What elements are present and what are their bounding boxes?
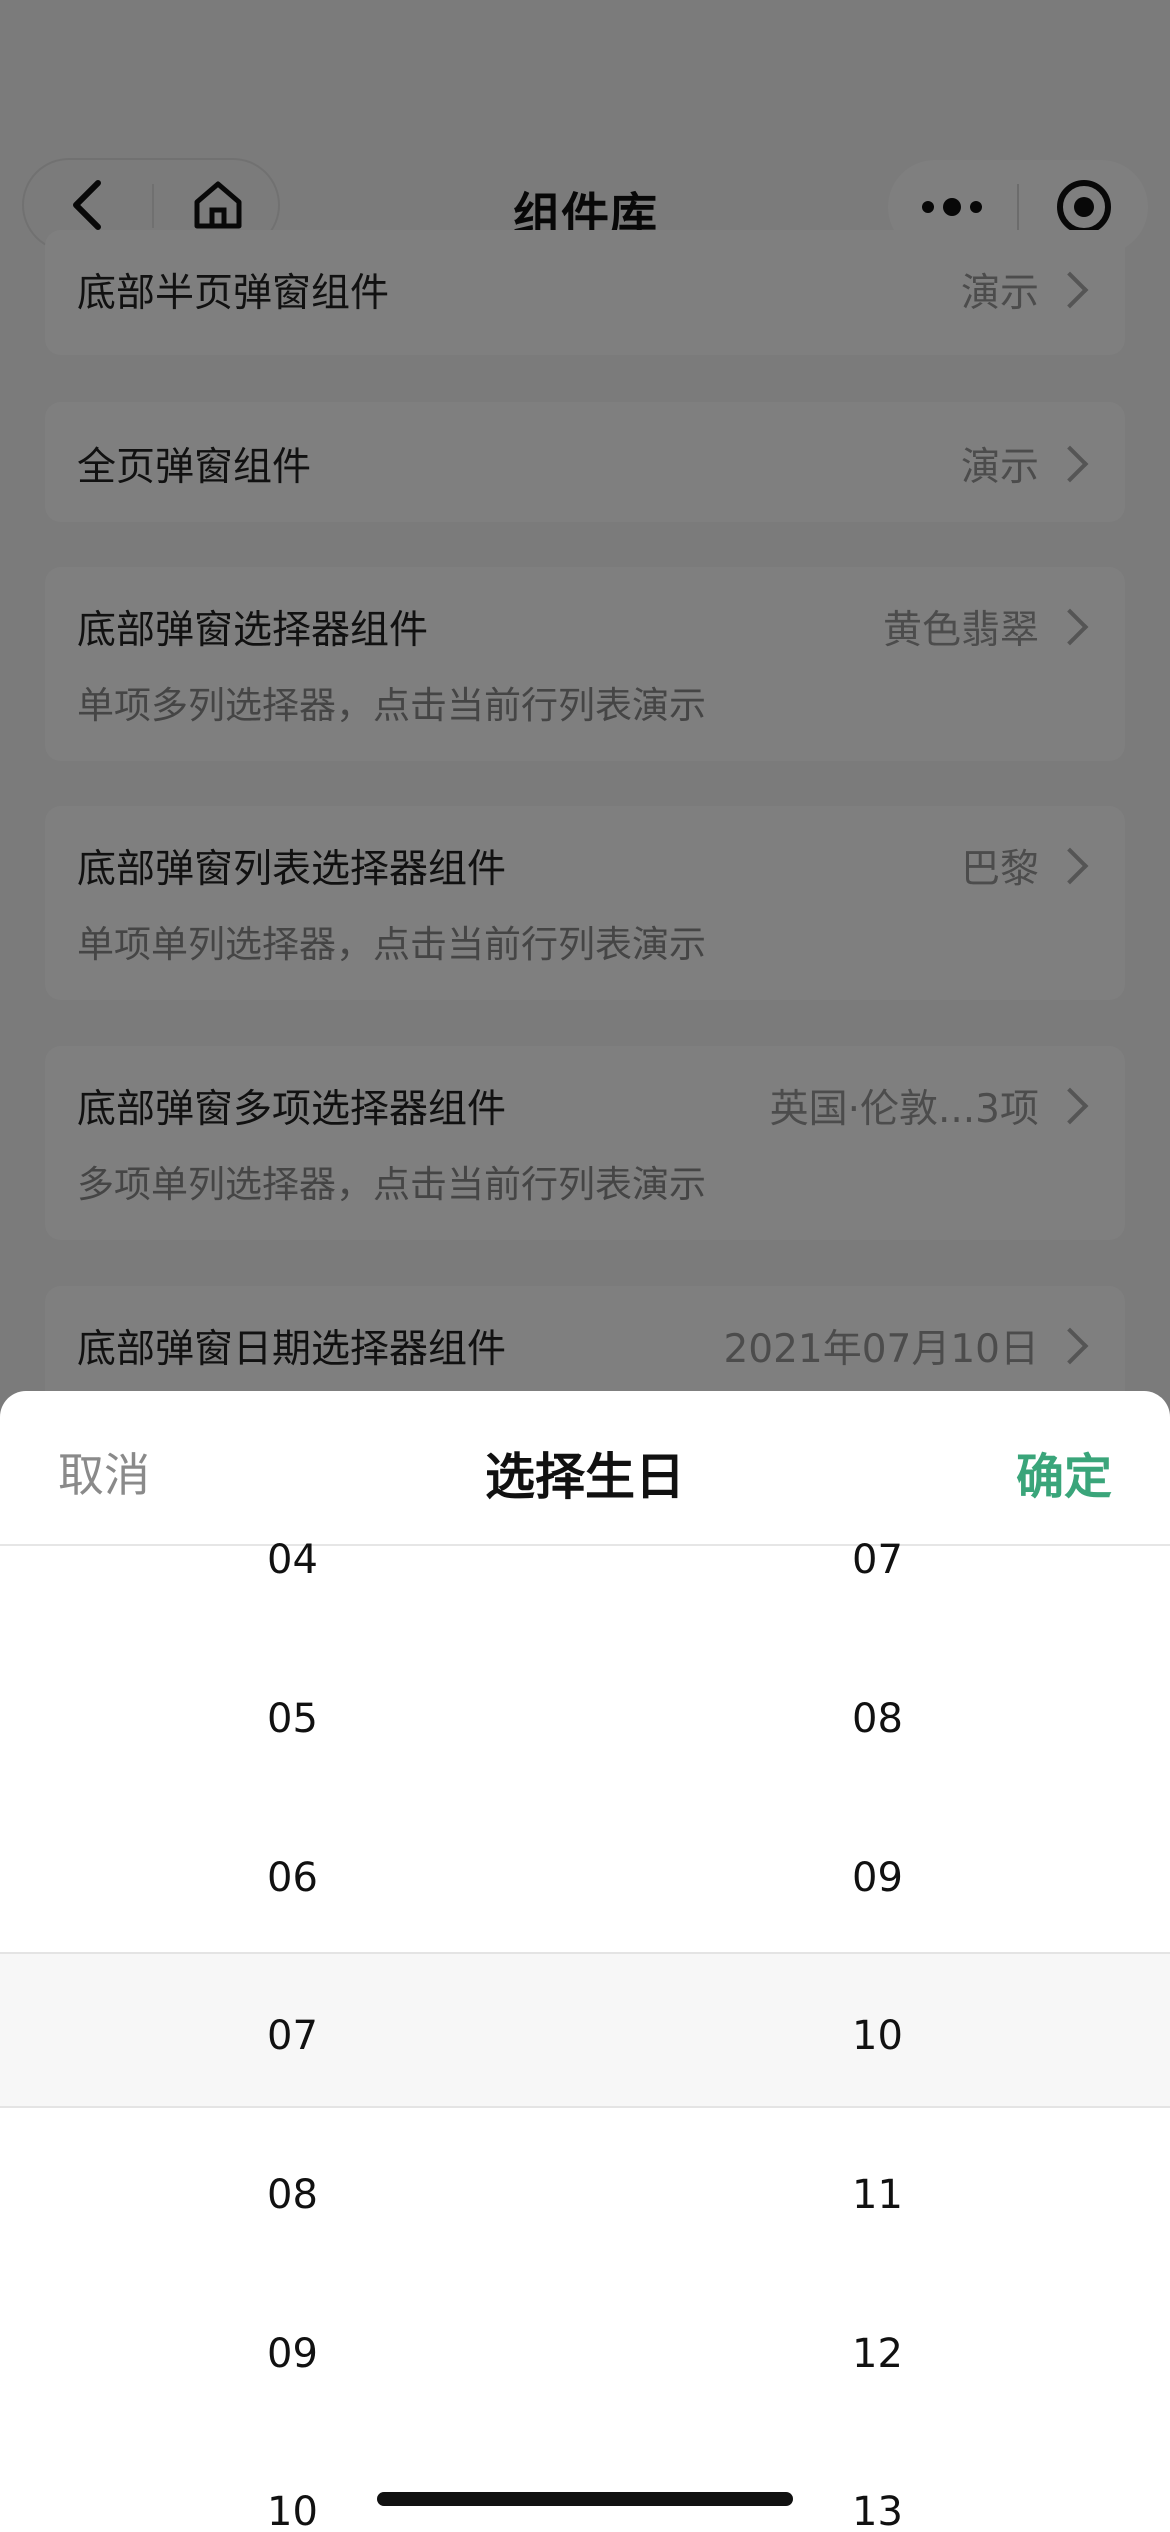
picker-item[interactable]: 08 [585, 1689, 1170, 1749]
picker-item[interactable]: 07 [585, 1530, 1170, 1590]
confirm-button[interactable]: 确定 [1016, 1437, 1112, 1507]
date-picker-sheet: 取消 选择生日 确定 04 05 06 07 08 09 10 07 08 09… [0, 1391, 1170, 2532]
picker-column-month[interactable]: 04 05 06 07 08 09 10 [0, 1537, 585, 2532]
sheet-title: 选择生日 [485, 1448, 685, 1506]
picker-item[interactable]: 04 [0, 1530, 585, 1590]
picker-item[interactable]: 11 [585, 2165, 1170, 2225]
picker-item[interactable]: 06 [0, 1848, 585, 1908]
picker-item[interactable]: 09 [0, 2324, 585, 2384]
picker-item[interactable]: 10 [0, 2482, 585, 2532]
date-picker: 04 05 06 07 08 09 10 07 08 09 10 11 12 1… [0, 1537, 1170, 2532]
picker-item[interactable]: 12 [585, 2324, 1170, 2384]
picker-item-selected[interactable]: 07 [0, 2006, 585, 2066]
picker-item[interactable]: 09 [585, 1848, 1170, 1908]
picker-column-day[interactable]: 07 08 09 10 11 12 13 [585, 1537, 1170, 2532]
picker-item[interactable]: 05 [0, 1689, 585, 1749]
picker-item-selected[interactable]: 10 [585, 2006, 1170, 2066]
home-indicator[interactable] [377, 2492, 793, 2506]
picker-item[interactable]: 08 [0, 2165, 585, 2225]
sheet-header: 取消 选择生日 确定 [0, 1391, 1170, 1546]
picker-item[interactable]: 13 [585, 2482, 1170, 2532]
cancel-button[interactable]: 取消 [58, 1439, 150, 1505]
